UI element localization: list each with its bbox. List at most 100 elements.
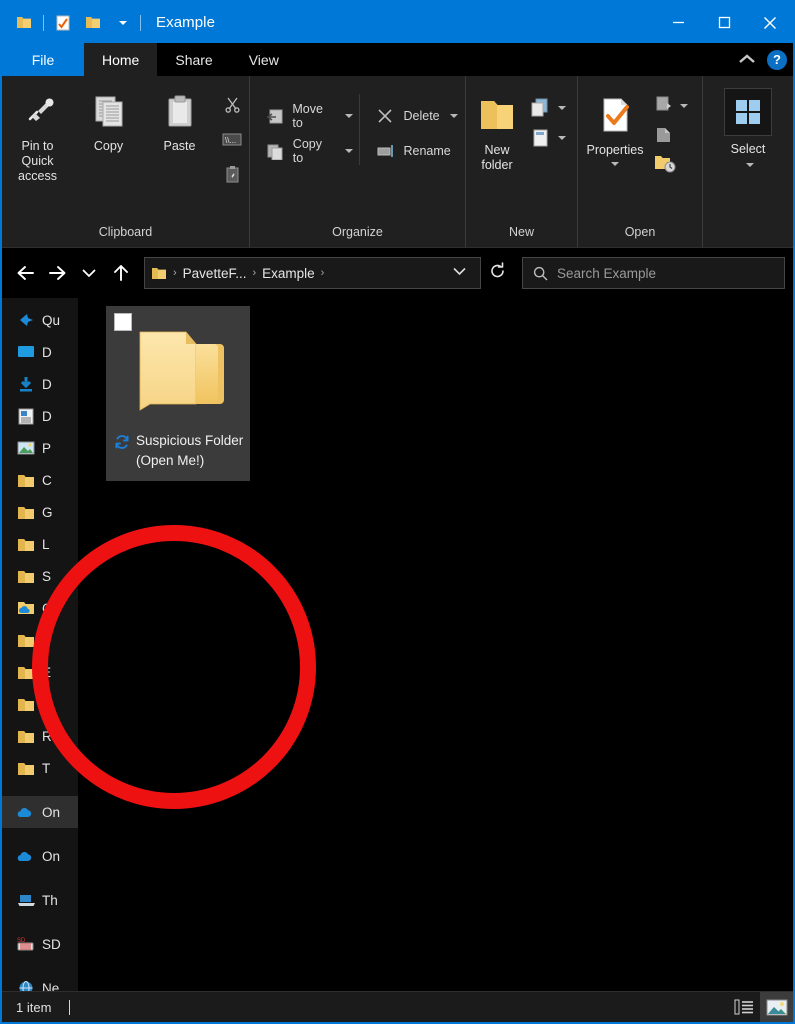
navigation-bar: › PavetteF... › Example › Search Example [2,248,793,298]
chevron-down-icon [119,20,127,25]
item-name-row: Suspicious Folder (Open Me!) [112,431,244,471]
sidebar-item-3[interactable]: D [2,400,78,432]
history-button[interactable] [652,152,690,175]
collapse-ribbon-button[interactable] [737,51,757,68]
move-to-chevron-down-icon[interactable] [345,114,354,118]
paste-shortcut-button[interactable] [215,160,249,188]
sidebar-item-17[interactable]: Th [2,884,78,916]
copy-path-button[interactable]: \\... [215,125,249,153]
address-bar[interactable]: › PavetteF... › Example › [144,257,481,289]
new-folder-label: New folder [481,143,513,172]
sidebar-item-14[interactable]: T [2,752,78,784]
sidebar-item-7[interactable]: L [2,528,78,560]
sidebar-item-0[interactable]: Qu [2,304,78,336]
new-item-chevron-down-icon[interactable] [558,106,566,110]
sidebar-label-1: D [42,344,52,360]
recent-locations-button[interactable] [74,258,104,288]
breadcrumb-separator-2[interactable]: › [319,267,327,279]
sidebar-label-17: Th [42,892,58,908]
tab-file[interactable]: File [2,43,84,76]
easy-access-button[interactable] [528,126,568,150]
sidebar-item-9[interactable]: C [2,592,78,624]
properties-chevron-down-icon[interactable] [611,162,619,166]
network-icon [16,980,36,991]
cut-button[interactable] [215,90,249,118]
up-button[interactable] [106,258,136,288]
qat-folder-icon[interactable] [10,9,38,37]
sidebar-item-5[interactable]: C [2,464,78,496]
edit-button[interactable] [652,123,690,146]
pin-to-quick-access-button[interactable]: Pin to Quick access [2,82,73,184]
clipboard-group-label: Clipboard [98,225,153,239]
sidebar-item-19[interactable]: Ne [2,972,78,991]
organize-group-label: Organize [332,225,383,239]
sidebar-item-18[interactable]: SD SD [2,928,78,960]
sidebar-item-4[interactable]: P [2,432,78,464]
clipboard-small-buttons: \\... [215,82,249,188]
open-button[interactable] [652,94,690,117]
paste-shortcut-icon [221,165,243,183]
sidebar-item-10[interactable]: P [2,624,78,656]
large-icons-view-button[interactable] [760,991,793,1022]
folder-icon [16,665,36,680]
sidebar-item-8[interactable]: S [2,560,78,592]
folder-icon [16,473,36,488]
qat-customize-dropdown[interactable] [109,9,137,37]
explorer-window: Example File Home Share View ? Pin to Qu… [0,0,795,1024]
sidebar-item-2[interactable]: D [2,368,78,400]
sidebar-item-13[interactable]: R [2,720,78,752]
rename-button[interactable]: Rename [368,137,465,165]
forward-button[interactable] [42,258,72,288]
easy-access-chevron-down-icon[interactable] [558,136,566,140]
sidebar-item-1[interactable]: D [2,336,78,368]
properties-button[interactable]: Properties [578,86,652,166]
sidebar-item-11[interactable]: E [2,656,78,688]
copy-to-chevron-down-icon[interactable] [345,149,354,153]
breadcrumb-separator-0[interactable]: › [171,267,179,279]
sidebar-label-14: T [42,760,51,776]
open-chevron-down-icon[interactable] [680,103,688,108]
tab-home[interactable]: Home [84,43,158,76]
copy-button[interactable]: Copy [73,82,144,154]
address-chevron-down-icon[interactable] [445,267,474,279]
refresh-button[interactable] [483,261,512,285]
breadcrumb-item-1[interactable]: Example [262,266,315,281]
new-item-button[interactable] [528,96,568,120]
move-to-icon [264,108,285,125]
ribbon-group-open: Properties Open [578,76,703,247]
file-item-suspicious-folder[interactable]: Suspicious Folder (Open Me!) [106,306,250,481]
breadcrumb-item-0[interactable]: PavetteF... [183,266,247,281]
sidebar-label-4: P [42,440,52,456]
this-pc-icon [16,893,36,908]
qat-properties-icon[interactable] [49,9,77,37]
breadcrumb-separator-1[interactable]: › [250,267,258,279]
copy-to-button[interactable]: Copy to [258,137,359,165]
search-input[interactable]: Search Example [557,266,656,281]
copy-label: Copy [93,139,124,153]
delete-chevron-down-icon[interactable] [449,114,458,118]
select-chevron-down-icon[interactable] [745,163,754,167]
select-button[interactable] [724,88,772,136]
move-to-button[interactable]: Move to [258,102,359,130]
back-button[interactable] [10,258,40,288]
delete-button[interactable]: Delete [368,102,465,130]
folder-icon [16,537,36,552]
sidebar-item-6[interactable]: G [2,496,78,528]
search-box[interactable]: Search Example [522,257,785,289]
qat-new-folder-icon[interactable] [79,9,107,37]
maximize-button[interactable] [701,2,747,43]
new-folder-button[interactable]: New folder [466,86,528,173]
sidebar-item-15[interactable]: On [2,796,78,828]
tab-view[interactable]: View [231,43,297,76]
file-list-pane[interactable]: Suspicious Folder (Open Me!) [78,298,793,991]
tab-share[interactable]: Share [157,43,230,76]
details-view-button[interactable] [727,992,760,1023]
sidebar-gap-5 [2,960,78,972]
paste-button[interactable]: Paste [144,82,215,154]
close-button[interactable] [747,2,793,43]
item-checkbox[interactable] [114,313,132,331]
minimize-button[interactable] [655,2,701,43]
help-button[interactable]: ? [767,49,787,70]
sidebar-item-16[interactable]: On [2,840,78,872]
sidebar-item-12[interactable]: Ic [2,688,78,720]
